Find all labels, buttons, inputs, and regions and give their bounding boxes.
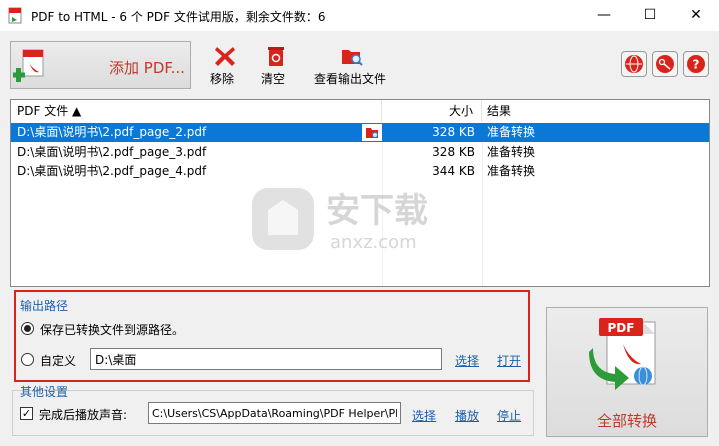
add-pdf-label: 添加 PDF... xyxy=(109,59,185,77)
file-size: 328 KB xyxy=(432,125,475,139)
file-result: 准备转换 xyxy=(487,145,536,159)
file-name: D:\桌面\说明书\2.pdf_page_2.pdf xyxy=(17,125,207,139)
file-size: 344 KB xyxy=(432,164,475,178)
file-name: D:\桌面\说明书\2.pdf_page_3.pdf xyxy=(17,145,207,159)
watermark-text: 安下载 xyxy=(326,191,428,231)
sound-path-input[interactable] xyxy=(148,402,401,424)
file-row[interactable]: D:\桌面\说明书\2.pdf_page_2.pdf 328 KB 准备转换 xyxy=(11,123,709,142)
convert-all-button[interactable]: PDF 全部转换 xyxy=(546,307,708,437)
add-pdf-button[interactable]: 添加 PDF... xyxy=(10,41,191,89)
file-row[interactable]: D:\桌面\说明书\2.pdf_page_4.pdf 344 KB 准备转换 xyxy=(11,162,709,181)
column-header-result[interactable]: 结果 xyxy=(482,100,709,122)
file-row[interactable]: D:\桌面\说明书\2.pdf_page_3.pdf 328 KB 准备转换 xyxy=(11,143,709,162)
custom-path-label[interactable]: 自定义 xyxy=(40,352,76,369)
svg-text:?: ? xyxy=(693,58,700,72)
convert-all-label: 全部转换 xyxy=(596,412,657,430)
folder-search-icon xyxy=(342,50,363,66)
clear-label: 清空 xyxy=(261,72,286,86)
pdf-badge-text: PDF xyxy=(608,321,635,335)
output-path-title: 输出路径 xyxy=(20,299,69,313)
remove-label: 移除 xyxy=(210,72,235,86)
maximize-button[interactable]: ☐ xyxy=(627,0,673,31)
remove-icon xyxy=(215,47,235,66)
column-header-size[interactable]: 大小 xyxy=(382,100,482,122)
file-result: 准备转换 xyxy=(487,125,536,139)
minimize-button[interactable]: — xyxy=(581,0,627,31)
file-size: 328 KB xyxy=(432,145,475,159)
title-bar: PDF to HTML - 6 个 PDF 文件试用版，剩余文件数：6 — ☐ … xyxy=(0,0,719,31)
folder-icon xyxy=(362,124,382,141)
play-sound-label[interactable]: 完成后播放声音: xyxy=(39,406,127,423)
help-icon: ? xyxy=(687,55,705,73)
custom-path-radio[interactable] xyxy=(21,353,34,366)
open-path-link[interactable]: 打开 xyxy=(497,352,521,369)
save-to-source-label[interactable]: 保存已转换文件到源路径。 xyxy=(40,321,184,338)
select-sound-link[interactable]: 选择 xyxy=(412,407,436,424)
pdf-convert-icon: PDF xyxy=(589,318,656,390)
clear-button[interactable]: 清空 xyxy=(258,44,294,90)
watermark-url: anxz.com xyxy=(330,232,417,253)
web-button[interactable] xyxy=(621,51,647,77)
select-path-link[interactable]: 选择 xyxy=(455,352,479,369)
globe-icon xyxy=(625,55,643,73)
custom-path-input[interactable] xyxy=(90,348,442,370)
view-output-label: 查看输出文件 xyxy=(314,72,387,86)
close-button[interactable]: ✕ xyxy=(673,0,719,31)
play-sound-link[interactable]: 播放 xyxy=(455,407,479,424)
key-icon xyxy=(656,55,674,73)
column-header-pdf-file[interactable]: PDF 文件 ▲ xyxy=(11,100,382,122)
window-title: PDF to HTML - 6 个 PDF 文件试用版，剩余文件数：6 xyxy=(31,10,326,24)
watermark: 安下载 anxz.com xyxy=(252,188,428,253)
app-icon xyxy=(8,7,22,24)
play-sound-checkbox[interactable]: ✓ xyxy=(20,407,33,420)
help-button[interactable]: ? xyxy=(683,51,709,77)
add-pdf-icon xyxy=(13,49,44,82)
remove-button[interactable]: 移除 xyxy=(206,44,242,90)
save-to-source-radio[interactable] xyxy=(21,322,34,335)
other-settings-title: 其他设置 xyxy=(20,385,69,399)
register-button[interactable] xyxy=(652,51,678,77)
stop-sound-link[interactable]: 停止 xyxy=(497,407,521,424)
file-name: D:\桌面\说明书\2.pdf_page_4.pdf xyxy=(17,164,207,178)
trash-icon xyxy=(268,47,284,66)
view-output-button[interactable]: 查看输出文件 xyxy=(310,44,398,90)
file-result: 准备转换 xyxy=(487,164,536,178)
